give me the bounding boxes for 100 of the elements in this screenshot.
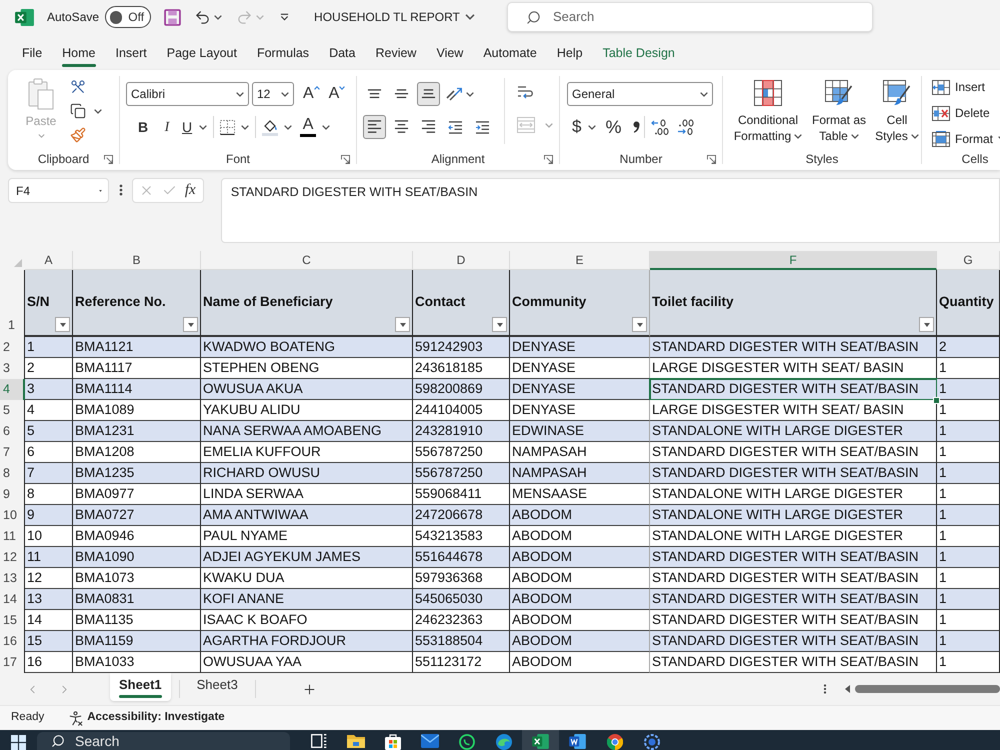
add-sheet-icon[interactable] (302, 682, 317, 696)
angled-text-icon (446, 86, 462, 102)
filter-button[interactable] (632, 317, 647, 332)
autosave-toggle[interactable]: Off (105, 6, 152, 28)
table-cell: 1 (937, 400, 1000, 421)
dialog-launcher-icon[interactable] (104, 154, 113, 164)
undo-button[interactable] (194, 8, 222, 26)
align-lines-icon (394, 120, 409, 134)
table-cell: 247206678 (413, 505, 510, 526)
italic-button[interactable]: I (156, 115, 178, 139)
copy-button[interactable] (70, 102, 102, 120)
format-as-table-button[interactable]: Format as Table (808, 80, 870, 148)
fill-handle[interactable] (933, 397, 940, 404)
insert-function-button[interactable]: fx (184, 179, 196, 202)
ribbon-tab[interactable]: Data (319, 34, 366, 70)
customize-toolbar-icon[interactable] (280, 13, 290, 21)
font-size-dropdown[interactable]: 12 (252, 82, 294, 106)
delete-button[interactable]: Delete (932, 104, 1000, 122)
table-cell: STANDARD DIGESTER WITH SEAT/BASIN (650, 379, 937, 400)
ribbon-tab[interactable]: Table Design (592, 34, 685, 70)
sheet-tab[interactable]: Sheet1 (110, 673, 171, 701)
ribbon-tab[interactable]: Insert (106, 34, 157, 70)
table-cell: 14 (25, 610, 73, 631)
ribbon-tab[interactable]: Page Layout (156, 34, 247, 70)
table-cell: 1 (25, 337, 73, 358)
caret-icon (38, 134, 44, 138)
bold-button[interactable]: B (132, 115, 154, 139)
search-field[interactable]: Search (507, 2, 873, 32)
ribbon-tab[interactable]: Formulas (246, 34, 320, 70)
decrease-font-size-button[interactable]: A (328, 85, 346, 103)
scroll-left-icon[interactable] (845, 685, 850, 693)
cell-styles-button[interactable]: Cell Styles (874, 80, 920, 148)
font-name-dropdown[interactable]: Calibri (126, 82, 249, 106)
table-cell: 6 (25, 442, 73, 463)
name-box[interactable]: F4 (8, 178, 109, 203)
group-label: Cells (962, 151, 988, 168)
row-header[interactable]: 4 (0, 379, 25, 400)
save-icon[interactable] (164, 8, 182, 26)
dialog-launcher-icon[interactable] (544, 154, 553, 164)
increase-font-size-button[interactable]: A (303, 85, 320, 103)
table-cell: 553188504 (413, 631, 510, 652)
table-cell: BMA1033 (73, 652, 201, 673)
underline-button[interactable]: U (180, 115, 210, 139)
conditional-formatting-button[interactable]: Conditional Formatting (732, 80, 804, 148)
insert-button[interactable]: Insert (932, 78, 1000, 97)
table-cell: ABODOM (510, 652, 650, 673)
accessibility-button[interactable]: Accessibility: Investigate (68, 709, 225, 727)
sheet-tab[interactable]: Sheet3 (188, 673, 247, 701)
windows-logo-icon[interactable] (11, 735, 26, 750)
table-cell: 551123172 (413, 652, 510, 673)
table-cell: 1 (937, 631, 1000, 652)
dialog-launcher-icon[interactable] (707, 154, 716, 164)
column-heading: Name of Beneficiary (203, 293, 333, 312)
ribbon-tab[interactable]: File (12, 34, 52, 70)
ribbon-tab[interactable]: Home (52, 34, 106, 70)
caret-icon (199, 124, 208, 130)
horizontal-scrollbar-thumb[interactable] (855, 685, 1000, 693)
format-button[interactable]: Format (932, 129, 1000, 148)
table-cell: 16 (25, 652, 73, 673)
filter-button[interactable] (492, 317, 507, 332)
taskbar-search-field[interactable]: Search (37, 732, 290, 750)
table-cell: RICHARD OWUSU (201, 463, 413, 484)
filter-button[interactable] (183, 317, 198, 332)
filter-button[interactable] (395, 317, 410, 332)
table-cell: LARGE DISGESTER WITH SEAT/ BASIN (650, 400, 937, 421)
table-cell: 244104005 (413, 400, 510, 421)
group-label: Styles (806, 151, 838, 168)
insert-cells-icon (932, 80, 950, 95)
cell-with-brush-icon (883, 80, 911, 106)
table-cell: MENSAASE (510, 484, 650, 505)
font-color-button[interactable]: A (298, 115, 332, 139)
caret-icon (850, 134, 859, 138)
filter-button[interactable] (55, 317, 70, 332)
ribbon-tab[interactable]: Review (365, 34, 426, 70)
caret-icon (700, 92, 708, 96)
dialog-launcher-icon[interactable] (341, 154, 350, 164)
document-title-button[interactable]: HOUSEHOLD TL REPORT (314, 8, 475, 26)
clipboard-icon (28, 78, 54, 110)
ribbon-tab[interactable]: View (426, 34, 474, 70)
table-cell: 1 (937, 589, 1000, 610)
filter-button[interactable] (919, 317, 934, 332)
formula-field[interactable]: STANDARD DIGESTER WITH SEAT/BASIN (220, 178, 1000, 243)
table-cell: 1 (937, 379, 1000, 400)
redo-icon (236, 8, 254, 26)
table-cell: KWAKU DUA (201, 568, 413, 589)
column-header[interactable]: F (650, 251, 937, 270)
table-cell: 7 (25, 463, 73, 484)
ribbon-tab[interactable]: Help (546, 34, 593, 70)
table-cell: 5 (25, 421, 73, 442)
taskbar-app-button[interactable] (522, 730, 559, 750)
table-cell: 9 (25, 505, 73, 526)
bottom-align-button[interactable] (417, 82, 440, 106)
group-label: Clipboard (38, 151, 90, 168)
table-cell: 11 (25, 547, 73, 568)
number-format-dropdown[interactable]: General (567, 82, 713, 106)
ribbon-tab[interactable]: Automate (473, 34, 547, 70)
percent-button[interactable]: % (605, 115, 622, 139)
currency-button[interactable]: $ (572, 115, 596, 139)
align-left-button[interactable] (363, 115, 386, 139)
table-cell: STANDARD DIGESTER WITH SEAT/BASIN (650, 652, 937, 673)
